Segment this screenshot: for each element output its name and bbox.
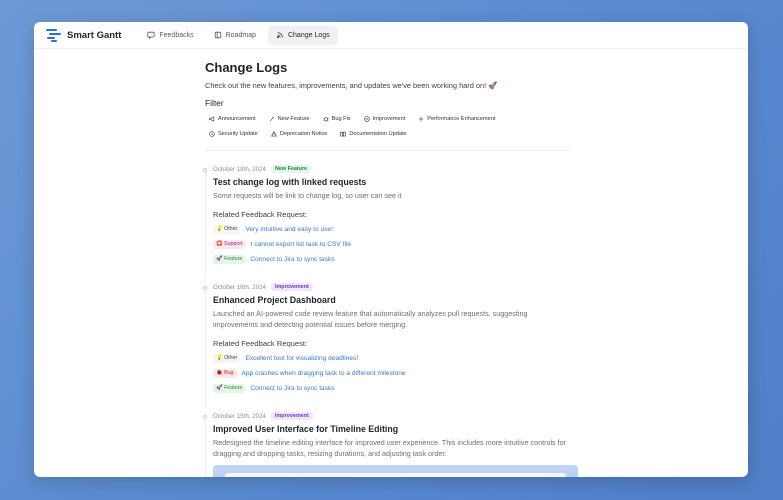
changelog-entry: October 18th, 2024 New Feature Test chan… — [203, 165, 585, 279]
request-tag: 🐞 Bug — [213, 368, 237, 378]
app-window: Smart Gantt Feedbacks Roadmap Change Log… — [34, 22, 748, 477]
entry-description: Launched an AI-powered code review featu… — [213, 309, 528, 329]
entry-title[interactable]: Improved User Interface for Timeline Edi… — [213, 424, 585, 434]
brand[interactable]: Smart Gantt — [46, 28, 122, 42]
tab-change-logs-label: Change Logs — [287, 31, 330, 39]
brand-name: Smart Gantt — [67, 29, 122, 41]
filter-bug-fix[interactable]: Bug Fix — [319, 113, 355, 125]
filter-performance[interactable]: Performance Enhancement — [414, 113, 499, 125]
tab-feedbacks-label: Feedbacks — [159, 31, 194, 39]
request-tag: 🚀 Feature — [213, 383, 246, 393]
entry-tag: Improvement — [270, 412, 313, 420]
request-link[interactable]: Very intuitive and easy to use! — [245, 226, 333, 233]
entry-title[interactable]: Enhanced Project Dashboard — [213, 295, 585, 305]
tab-roadmap-label: Roadmap — [225, 31, 256, 39]
filter-security[interactable]: Security Update — [205, 128, 262, 140]
entry-date: October 16th, 2024 — [213, 283, 266, 291]
sparkles-icon — [269, 116, 274, 122]
filter-deprecation-label: Deprecation Notice — [279, 131, 328, 137]
filter-deprecation[interactable]: Deprecation Notice — [267, 128, 332, 140]
filter-improvement-label: Improvement — [372, 116, 406, 122]
request-link[interactable]: Connect to Jira to sync tasks — [250, 385, 334, 392]
bug-icon — [323, 117, 329, 122]
filter-documentation[interactable]: Documentation Update — [336, 128, 410, 140]
filter-announcement[interactable]: Announcement — [205, 113, 260, 125]
preview-screen — [225, 473, 566, 477]
request-tag: 💡 Other — [213, 353, 241, 363]
tab-roadmap[interactable]: Roadmap — [206, 26, 264, 45]
filter-security-label: Security Update — [218, 131, 258, 137]
timeline-dot — [203, 286, 207, 290]
entry-title[interactable]: Test change log with linked requests — [213, 177, 585, 187]
divider — [205, 150, 570, 151]
related-label: Related Feedback Request: — [213, 210, 308, 219]
entry-tag: Improvement — [270, 283, 313, 291]
entry-date: October 15th, 2024 — [213, 412, 266, 420]
related-request: 🚀 Feature Connect to Jira to sync tasks — [213, 382, 585, 394]
filter-documentation-label: Documentation Update — [349, 131, 407, 137]
rss-icon — [276, 32, 283, 39]
related-label: Related Feedback Request: — [213, 339, 308, 348]
related-request: 🛟 Support I cannot export list task to C… — [213, 238, 585, 250]
tab-feedbacks[interactable]: Feedbacks — [139, 26, 201, 45]
changelog-content: Change Logs Check out the new features, … — [203, 60, 585, 477]
filter-improvement[interactable]: Improvement — [360, 113, 410, 125]
book-icon — [340, 131, 347, 137]
page-subtitle: Check out the new features, improvements… — [205, 81, 498, 90]
related-request: 🐞 Bug App crashes when dragging task to … — [213, 367, 585, 379]
megaphone-icon — [209, 116, 215, 122]
filter-label: Filter — [205, 98, 224, 108]
message-square-icon — [147, 31, 155, 39]
shield-icon — [209, 131, 215, 137]
gantt-logo-icon — [46, 28, 61, 42]
related-request: 💡 Other Excellent tool for visualizing d… — [213, 352, 585, 364]
filter-new-feature-label: New Feature — [277, 116, 310, 122]
entry-description: Redesigned the timeline editing interfac… — [213, 438, 567, 458]
tab-change-logs[interactable]: Change Logs — [267, 25, 338, 45]
related-request: 🚀 Feature Connect to Jira to sync tasks — [213, 253, 585, 265]
request-tag: 🚀 Feature — [213, 254, 246, 264]
request-link[interactable]: Excellent tool for visualizing deadlines… — [245, 355, 358, 362]
alert-triangle-icon — [270, 131, 277, 137]
request-link[interactable]: App crashes when dragging task to a diff… — [242, 370, 406, 377]
page-title: Change Logs — [205, 60, 288, 75]
top-navigation: Smart Gantt Feedbacks Roadmap Change Log… — [34, 22, 748, 49]
request-link[interactable]: Connect to Jira to sync tasks — [250, 256, 334, 263]
filter-new-feature[interactable]: New Feature — [265, 113, 314, 125]
trending-up-icon — [363, 116, 370, 122]
request-tag: 🛟 Support — [213, 239, 246, 249]
entry-description: Some requests will be link to change log… — [213, 191, 402, 200]
request-tag: 💡 Other — [213, 224, 241, 234]
timeline-dot — [203, 415, 207, 419]
timeline-dot — [203, 168, 207, 172]
filter-bug-fix-label: Bug Fix — [331, 116, 351, 122]
filter-chips: Announcement New Feature Bug Fix Improve… — [205, 113, 535, 140]
changelog-entry: October 15th, 2024 Improvement Improved … — [203, 412, 585, 477]
filter-announcement-label: Announcement — [218, 116, 256, 122]
entry-tag: New Feature — [270, 165, 312, 173]
related-request: 💡 Other Very intuitive and easy to use! — [213, 223, 585, 235]
zap-icon — [418, 116, 424, 122]
entry-date: October 18th, 2024 — [213, 165, 266, 173]
map-icon — [214, 31, 221, 39]
filter-performance-label: Performance Enhancement — [427, 116, 496, 122]
request-link[interactable]: I cannot export list task to CSV file — [251, 241, 351, 248]
changelog-entry: October 16th, 2024 Improvement Enhanced … — [203, 283, 585, 408]
entry-preview-image — [213, 465, 578, 477]
